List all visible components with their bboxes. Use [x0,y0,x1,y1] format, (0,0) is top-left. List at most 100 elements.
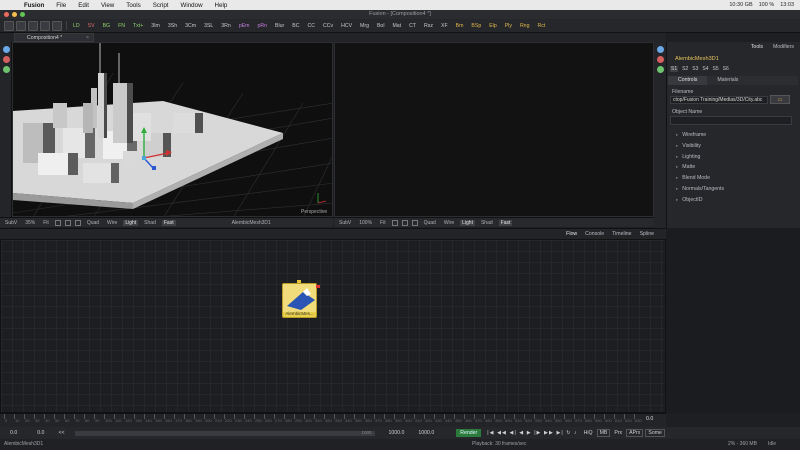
viewer-right[interactable] [334,42,654,217]
prev-frame-icon[interactable]: ◀| [510,430,517,436]
tool-ld[interactable]: LD [69,23,84,29]
tool-3sh[interactable]: 3Sh [164,23,181,29]
minimize-window-button[interactable] [12,12,17,17]
quad-button[interactable]: Quad [422,220,438,226]
light-button[interactable]: Light [123,219,139,226]
tool-pem[interactable]: pEm [235,23,254,29]
render-end-field[interactable]: 1000.0 [389,430,405,436]
play-icon[interactable]: ▶ [527,430,532,436]
subtab-materials[interactable]: Materials [707,76,748,85]
render-start-field[interactable]: 0.0 [37,430,44,436]
inspector-node-name[interactable]: AlembicMesh3D1 [675,56,719,62]
tab-console[interactable]: Console [585,231,604,237]
viewer-toggle-icon[interactable] [3,46,10,53]
tool-bc[interactable]: BC [288,23,303,29]
view-option-icon[interactable] [64,219,71,226]
time-ruler[interactable]: 0 10 20 30 40 50 60 70 80 90 100 110 120 130 140 150 160… [0,413,666,427]
view-option-icon[interactable] [74,219,81,226]
toolbar-icon-1[interactable] [4,20,14,31]
menu-file[interactable]: File [50,2,72,9]
time-slider[interactable]: 1000 [74,430,375,436]
tool-ccv[interactable]: CCv [319,23,337,29]
last-frame-icon[interactable]: ▶| [556,430,563,436]
view-option-icon[interactable] [54,219,61,226]
next-key-icon[interactable]: ▶▶ [544,430,554,436]
zoom-dropdown[interactable]: 100% [357,220,374,226]
next-frame-icon[interactable]: |▶ [534,430,541,436]
shad-button[interactable]: Shad [142,220,158,226]
subview-button[interactable]: SubV [3,220,19,226]
global-end-field[interactable]: 1000.0 [418,430,434,436]
prop-matte[interactable]: ▸ Matte [676,162,724,173]
light-button[interactable]: Light [460,219,475,226]
panel-toggle-icon[interactable] [657,66,664,73]
node-flow-area[interactable] [0,239,666,413]
node-output-port[interactable] [316,285,320,288]
zoom-dropdown[interactable]: 35% [23,220,37,226]
tab-modifiers[interactable]: Modifiers [773,44,794,53]
version-s6[interactable]: S6 [723,66,729,72]
wire-button[interactable]: Wire [442,220,456,226]
menu-help[interactable]: Help [209,2,234,9]
viewer-toggle-icon[interactable] [3,56,10,63]
tool-hcv[interactable]: HCV [337,23,356,29]
loop-icon[interactable]: ↻ [566,430,571,436]
tool-3sl[interactable]: 3SL [200,23,217,29]
tool-bm[interactable]: Bm [452,23,468,29]
tool-rng[interactable]: Rng [516,23,534,29]
object-name-field[interactable] [670,116,792,125]
first-frame-icon[interactable]: |◀ [487,430,494,436]
view-option-icon[interactable] [401,219,408,226]
menu-app[interactable]: Fusion [18,2,50,9]
tab-tools[interactable]: Tools [751,44,763,53]
version-s5[interactable]: S5 [713,66,719,72]
view-option-icon[interactable] [391,219,398,226]
tool-sv[interactable]: SV [84,23,99,29]
zoom-window-button[interactable] [20,12,25,17]
toolbar-icon-5[interactable] [52,20,62,31]
tool-3cm[interactable]: 3Cm [181,23,200,29]
some-toggle[interactable]: Some [645,429,665,437]
subtab-controls[interactable]: Controls [668,76,708,85]
audio-icon[interactable]: ♪ [574,430,578,436]
prop-lighting[interactable]: ▸ Lighting [676,152,724,163]
folder-icon[interactable]: ▭ [770,95,790,104]
tool-elp[interactable]: Elp [485,23,501,29]
view-option-icon[interactable] [411,219,418,226]
shad-button[interactable]: Shad [479,220,495,226]
version-s4[interactable]: S4 [702,66,708,72]
panel-toggle-icon[interactable] [657,46,664,53]
quad-button[interactable]: Quad [85,220,101,226]
toolbar-icon-2[interactable] [16,20,26,31]
version-s3[interactable]: S3 [692,66,698,72]
tool-prn[interactable]: pRn [254,23,272,29]
tool-3rn[interactable]: 3Rn [217,23,235,29]
tool-cc[interactable]: CC [303,23,319,29]
prop-wireframe[interactable]: ▸ Wireframe [676,130,724,141]
tab-timeline[interactable]: Timeline [612,231,631,237]
viewer-toggle-icon[interactable] [3,66,10,73]
play-reverse-icon[interactable]: ◀ [519,430,524,436]
fast-button[interactable]: Fast [161,219,176,226]
fit-button[interactable]: Fit [41,220,51,226]
wire-button[interactable]: Wire [105,220,119,226]
menu-view[interactable]: View [95,2,120,9]
tool-ct[interactable]: CT [405,23,420,29]
tool-txt[interactable]: Txt+ [129,23,147,29]
step-back-button[interactable]: << [58,430,64,436]
version-s2[interactable]: S2 [682,66,688,72]
fit-button[interactable]: Fit [378,220,388,226]
tool-rsz[interactable]: Rsz [420,23,437,29]
filename-field[interactable]: ctop/Fusion Training/Medias/3D/City.abc [670,96,768,104]
menu-tools[interactable]: Tools [120,2,146,9]
global-start-field[interactable]: 0.0 [10,430,17,436]
render-button[interactable]: Render [456,429,482,437]
tool-rct[interactable]: Rct [533,23,549,29]
menu-window[interactable]: Window [175,2,209,9]
panel-toggle-icon[interactable] [657,56,664,63]
tab-composition[interactable]: Composition4 * × [14,33,94,42]
close-window-button[interactable] [4,12,9,17]
tool-bg[interactable]: BG [99,23,115,29]
version-s1[interactable]: S1 [670,66,679,72]
mb-toggle[interactable]: MB [596,429,611,437]
